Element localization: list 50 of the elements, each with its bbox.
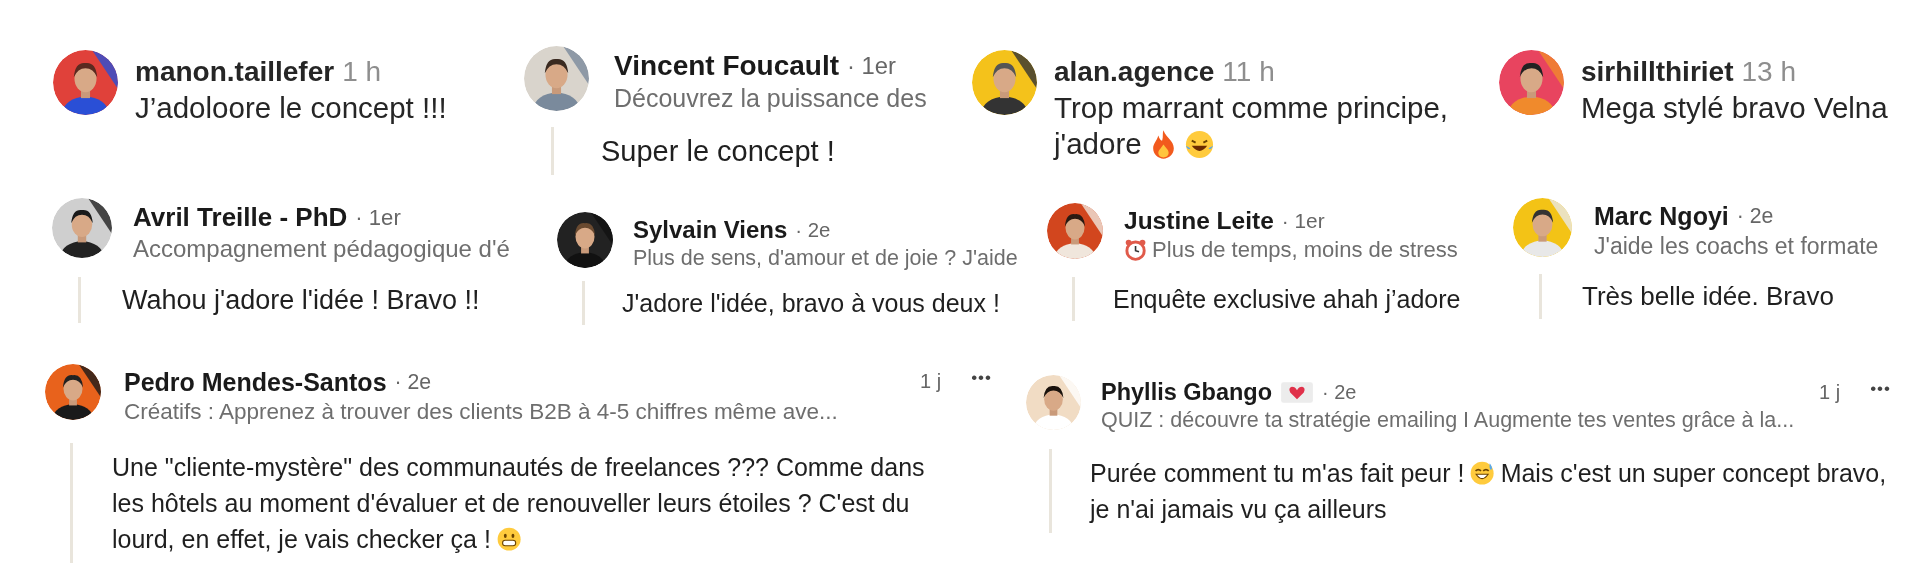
author-name[interactable]: Sylvain Viens: [633, 216, 788, 244]
comment-text: Trop marrant comme principe,: [1054, 90, 1448, 126]
comment-text: J’adoloore le concept !!!: [135, 90, 447, 126]
comment-text: les hôtels au moment d'évaluer et de renouveller leurs étoiles ? C'est du: [112, 488, 910, 519]
comment-text: Mais c'est un super concept bravo,: [1500, 458, 1887, 489]
connection-degree: · 1er: [847, 52, 896, 80]
comment-text: Wahou j'adore l'idée ! Bravo !!: [122, 284, 480, 317]
author-headline: J'aide les coachs et formate: [1594, 233, 1879, 260]
author-name[interactable]: Pedro Mendes-Santos: [124, 368, 387, 397]
comment-text: Enquête exclusive ahah j’adore: [1113, 284, 1461, 315]
timestamp: 13 h: [1741, 56, 1796, 88]
laughing-emoji-icon: [1184, 128, 1216, 160]
comment-text: Mega stylé bravo Velna: [1581, 90, 1888, 126]
timestamp: 1 j: [920, 370, 942, 393]
comment-text: Purée comment tu m'as fait peur !: [1090, 458, 1465, 489]
author-name[interactable]: Phyllis Gbango: [1101, 379, 1273, 406]
connection-degree: · 2e: [795, 218, 831, 242]
alarm-clock-icon: [1124, 238, 1148, 262]
author-headline: Plus de temps, moins de stress: [1152, 237, 1458, 263]
comment-text: J'adore l'idée, bravo à vous deux !: [622, 288, 1000, 319]
author-name[interactable]: Vincent Foucault: [614, 50, 840, 82]
author-name[interactable]: sirhillthiriet: [1581, 56, 1734, 88]
connection-degree: · 1er: [355, 204, 401, 231]
comment-text: Super le concept !: [601, 134, 835, 169]
timestamp: 1 h: [342, 56, 382, 88]
author-headline: QUIZ : découvre ta stratégie emailing I Augmente tes ventes grâce à la...: [1101, 408, 1795, 433]
connection-degree: · 2e: [1322, 381, 1357, 404]
author-name[interactable]: alan.agence: [1054, 56, 1215, 88]
comment-text: Une "cliente-mystère" des communautés de freelances ??? Comme dans: [112, 452, 925, 483]
more-options-button[interactable]: •••: [1866, 379, 1895, 399]
author-headline: Accompagnement pédagogique d'é: [133, 235, 510, 263]
author-name[interactable]: Marc Ngoyi: [1594, 202, 1729, 231]
author-headline: Découvrez la puissance des: [614, 84, 927, 113]
comment-text: je n'ai jamais vu ça ailleurs: [1090, 494, 1387, 525]
timestamp: 11 h: [1222, 56, 1275, 88]
comment-text: Très belle idée. Bravo: [1582, 280, 1834, 313]
comment-text: j'adore: [1054, 126, 1142, 162]
grinning-emoji-icon: [495, 525, 523, 553]
connection-degree: · 2e: [394, 370, 432, 395]
author-headline: Plus de sens, d'amour et de joie ? J'aide: [633, 246, 1018, 271]
more-options-button[interactable]: •••: [967, 368, 996, 388]
connection-degree: · 2e: [1736, 204, 1774, 229]
connection-degree: · 1er: [1281, 209, 1325, 233]
timestamp: 1 j: [1819, 381, 1841, 404]
author-name[interactable]: Justine Leite: [1124, 207, 1274, 235]
author-name[interactable]: Avril Treille - PhD: [133, 202, 348, 233]
sweat-smile-emoji-icon: [1469, 459, 1496, 487]
author-headline: Créatifs : Apprenez à trouver des clients B2B à 4-5 chiffres même ave...: [124, 399, 838, 425]
comment-text: lourd, en effet, je vais checker ça !: [112, 524, 491, 555]
author-name[interactable]: manon.taillefer: [135, 56, 335, 88]
